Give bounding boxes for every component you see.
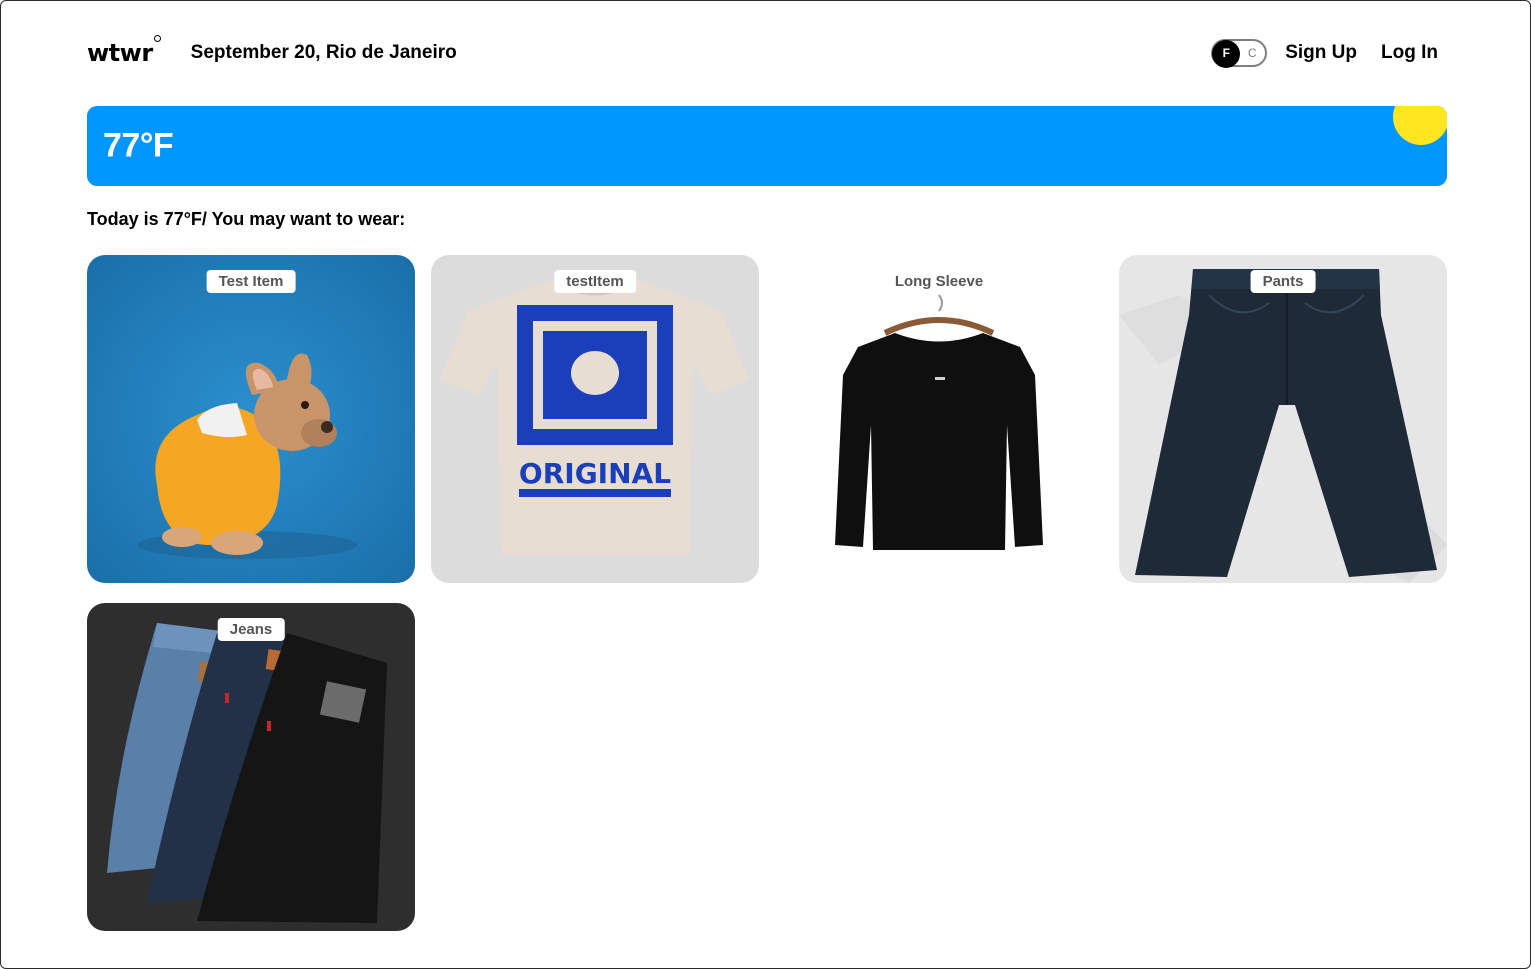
item-card-label: Test Item — [206, 270, 296, 293]
logo[interactable]: wtwr — [87, 35, 161, 67]
header: wtwr September 20, Rio de Janeiro F C Si… — [87, 31, 1438, 75]
header-actions: F C Sign Up Log In — [1211, 39, 1438, 68]
item-card-label: Pants — [1250, 270, 1316, 293]
dark-pants-image — [1119, 255, 1447, 583]
weather-temperature: 77°F — [103, 126, 174, 165]
date-location: September 20, Rio de Janeiro — [190, 42, 457, 63]
toggle-celsius-label: C — [1247, 46, 1257, 60]
item-card[interactable]: Pants — [1119, 255, 1447, 583]
stacked-jeans-image — [87, 603, 415, 931]
log-in-link[interactable]: Log In — [1381, 42, 1438, 64]
dog-in-hoodie-image — [87, 255, 415, 583]
beige-tshirt-image: ORIGINAL — [431, 255, 759, 583]
item-card[interactable]: Jeans — [87, 603, 415, 931]
item-card-label: testItem — [554, 270, 636, 293]
sun-icon — [1393, 106, 1447, 145]
item-card[interactable]: Test Item — [87, 255, 415, 583]
recommendation-text: Today is 77°F/ You may want to wear: — [87, 209, 406, 229]
item-card-label: Jeans — [217, 618, 285, 641]
item-card-label: Long Sleeve — [882, 270, 996, 293]
item-card[interactable]: ORIGINAL testItem — [431, 255, 759, 583]
temperature-unit-toggle[interactable]: F C — [1211, 39, 1268, 68]
logo-text: wtwr — [87, 39, 153, 67]
logo-degree-mark — [153, 35, 161, 42]
toggle-fahrenheit-label: F — [1222, 46, 1230, 60]
item-card[interactable]: Long Sleeve — [775, 255, 1103, 583]
svg-text:ORIGINAL: ORIGINAL — [519, 457, 671, 490]
black-long-sleeve-image — [775, 255, 1103, 583]
weather-banner: 77°F — [87, 106, 1447, 186]
sign-up-link[interactable]: Sign Up — [1285, 42, 1357, 64]
item-cards-grid: Test Item ORIGINAL testItem Long Sleeve … — [87, 255, 1447, 931]
